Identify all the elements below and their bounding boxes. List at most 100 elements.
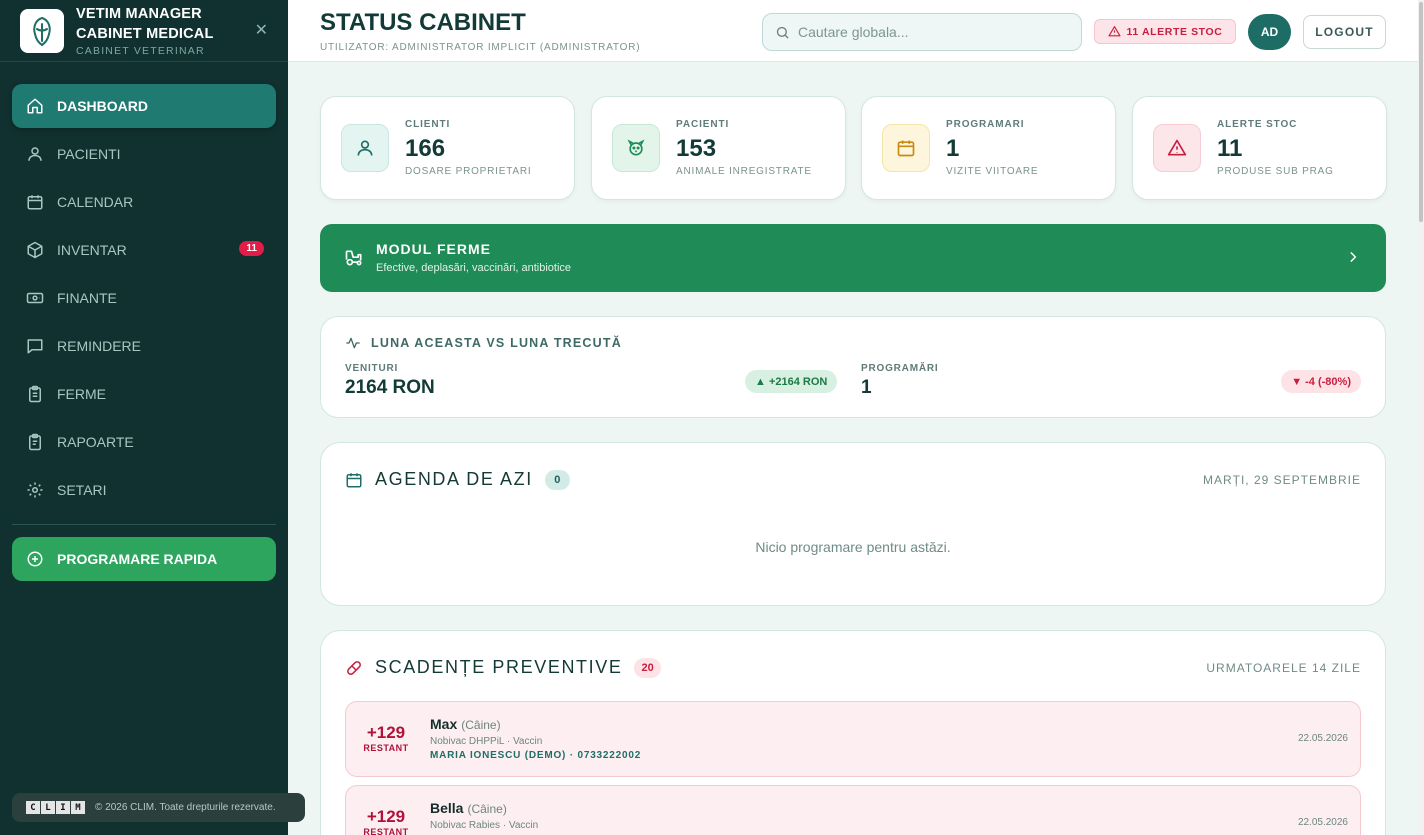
- stat-subtitle: PRODUSE SUB PRAG: [1217, 166, 1334, 177]
- due-date: 22.05.2026: [1297, 733, 1348, 744]
- due-list-item[interactable]: +129 RESTANT Bella (Câine) Nobivac Rabies…: [345, 785, 1361, 835]
- warning-icon: [1108, 25, 1121, 38]
- global-search[interactable]: [762, 13, 1082, 51]
- overdue-status: RESTANT: [363, 827, 409, 835]
- gear-icon: [26, 481, 44, 499]
- pill-icon: [345, 659, 363, 677]
- sidebar-item-dashboard[interactable]: DASHBOARD: [12, 84, 276, 128]
- sidebar-item-finante[interactable]: FINANTE: [12, 276, 276, 320]
- sidebar-item-label: FINANTE: [57, 290, 117, 306]
- calendar-icon: [882, 124, 930, 172]
- brand-title-line1: VETIM MANAGER: [76, 6, 202, 22]
- sidebar-item-ferme[interactable]: FERME: [12, 372, 276, 416]
- activity-icon: [345, 335, 361, 351]
- revenue-label: VENITURI: [345, 363, 399, 374]
- appointments-value: 1: [861, 377, 872, 398]
- agenda-date: MARȚI, 29 SEPTEMBRIE: [1202, 473, 1361, 487]
- revenue-value: 2164 RON: [345, 377, 435, 398]
- stat-card-appointments[interactable]: PROGRAMARI 1 VIZITE VIITOARE: [861, 96, 1116, 200]
- search-icon: [775, 25, 790, 40]
- sidebar-divider: [12, 524, 276, 525]
- agenda-empty-message: Nicio programare pentru astăzi.: [755, 539, 951, 555]
- due-count-badge: 20: [634, 657, 661, 678]
- footer-text: © 2026 CLIM. Toate drepturile rezervate.: [95, 802, 276, 813]
- stat-value: 153: [676, 135, 717, 162]
- patient-species: (Câine): [467, 802, 507, 816]
- sidebar-item-label: CALENDAR: [57, 194, 134, 210]
- appointments-delta-badge: ▼ -4 (-80%): [1281, 370, 1361, 393]
- top-header: STATUS CABINET UTILIZATOR: ADMINISTRATOR…: [288, 0, 1418, 62]
- appointments-label: PROGRAMĂRI: [861, 363, 939, 374]
- due-date: 22.05.2026: [1297, 817, 1348, 828]
- sidebar-item-label: PACIENTI: [57, 146, 121, 162]
- scrollbar-thumb[interactable]: [1419, 2, 1423, 222]
- user-icon: [341, 124, 389, 172]
- sidebar-item-label: SETARI: [57, 482, 107, 498]
- avatar[interactable]: AD: [1248, 14, 1291, 50]
- page-scrollbar[interactable]: [1418, 0, 1424, 835]
- overdue-days: +129: [366, 807, 406, 826]
- calendar-icon: [345, 471, 363, 489]
- report-icon: [26, 433, 44, 451]
- quick-appointment-label: PROGRAMARE RAPIDA: [57, 551, 218, 567]
- stat-label: CLIENTI: [405, 119, 451, 130]
- agenda-title: AGENDA DE AZI: [375, 469, 533, 489]
- clim-logo: C L I M: [26, 801, 85, 814]
- patient-name: Bella (Câine): [430, 800, 507, 816]
- sidebar-item-remindere[interactable]: REMINDERE: [12, 324, 276, 368]
- plus-circle-icon: [26, 550, 44, 568]
- search-input[interactable]: [798, 24, 1058, 40]
- calendar-icon: [26, 193, 44, 211]
- sidebar-item-pacienti[interactable]: PACIENTI: [12, 132, 276, 176]
- chevron-right-icon: [1346, 250, 1360, 264]
- stat-value: 166: [405, 135, 446, 162]
- stat-card-clients[interactable]: CLIENTI 166 DOSARE PROPRIETARI: [320, 96, 575, 200]
- month-comparison-card: LUNA ACEASTA VS LUNA TRECUTĂ VENITURI 21…: [320, 316, 1386, 418]
- overdue-days: +129: [366, 723, 406, 742]
- owner-contact: MARIA IONESCU (DEMO) · 0733222002: [430, 750, 642, 761]
- sidebar-item-label: DASHBOARD: [57, 98, 148, 114]
- brand-title-line2: CABINET MEDICAL: [76, 26, 214, 42]
- farm-module-banner[interactable]: MODUL FERME Efective, deplasări, vaccină…: [320, 224, 1386, 292]
- sidebar-item-inventar[interactable]: INVENTAR 11: [12, 228, 276, 272]
- page-title: STATUS CABINET: [320, 9, 526, 36]
- sidebar-item-rapoarte[interactable]: RAPOARTE: [12, 420, 276, 464]
- message-icon: [26, 337, 44, 355]
- due-range: URMATOARELE 14 ZILE: [1206, 661, 1361, 675]
- stat-subtitle: ANIMALE INREGISTRATE: [676, 166, 812, 177]
- sidebar-nav: DASHBOARD PACIENTI CALENDAR INVENTAR 11 …: [0, 62, 288, 581]
- quick-appointment-button[interactable]: PROGRAMARE RAPIDA: [12, 537, 276, 581]
- footer-copyright: C L I M © 2026 CLIM. Toate drepturile re…: [12, 793, 305, 822]
- treatment-description: Nobivac DHPPiL · Vaccin: [430, 736, 543, 747]
- box-icon: [26, 241, 44, 259]
- sidebar: VETIM MANAGER CABINET MEDICAL CABINET VE…: [0, 0, 305, 835]
- due-title: SCADENȚE PREVENTIVE: [375, 657, 623, 677]
- patient-name: Max (Câine): [430, 716, 501, 732]
- sidebar-item-calendar[interactable]: CALENDAR: [12, 180, 276, 224]
- close-sidebar-icon[interactable]: ✕: [255, 22, 268, 40]
- sidebar-item-setari[interactable]: SETARI: [12, 468, 276, 512]
- agenda-count-badge: 0: [544, 469, 570, 490]
- warning-icon: [1153, 124, 1201, 172]
- logout-button[interactable]: LOGOUT: [1303, 15, 1386, 49]
- home-icon: [26, 97, 44, 115]
- stock-alert-button[interactable]: 11 ALERTE STOC: [1094, 19, 1236, 44]
- stat-label: ALERTE STOC: [1217, 119, 1298, 130]
- stat-label: PROGRAMARI: [946, 119, 1025, 130]
- due-list-item[interactable]: +129 RESTANT Max (Câine) Nobivac DHPPiL ·…: [345, 701, 1361, 777]
- farm-module-title: MODUL FERME: [376, 241, 491, 257]
- pet-icon: [612, 124, 660, 172]
- sidebar-item-label: REMINDERE: [57, 338, 142, 354]
- current-user-label: UTILIZATOR: ADMINISTRATOR IMPLICIT (ADMI…: [320, 42, 641, 53]
- brand-subtitle: CABINET VETERINAR: [76, 45, 205, 57]
- patient-species: (Câine): [461, 718, 501, 732]
- sidebar-item-label: RAPOARTE: [57, 434, 134, 450]
- farm-module-subtitle: Efective, deplasări, vaccinări, antibiot…: [376, 262, 572, 274]
- stat-value: 1: [946, 135, 960, 162]
- clipboard-icon: [26, 385, 44, 403]
- user-icon: [26, 145, 44, 163]
- stat-subtitle: DOSARE PROPRIETARI: [405, 166, 532, 177]
- stat-card-patients[interactable]: PACIENTI 153 ANIMALE INREGISTRATE: [591, 96, 846, 200]
- stat-card-stock-alerts[interactable]: ALERTE STOC 11 PRODUSE SUB PRAG: [1132, 96, 1387, 200]
- today-agenda-card: AGENDA DE AZI 0 MARȚI, 29 SEPTEMBRIE Nic…: [320, 442, 1386, 606]
